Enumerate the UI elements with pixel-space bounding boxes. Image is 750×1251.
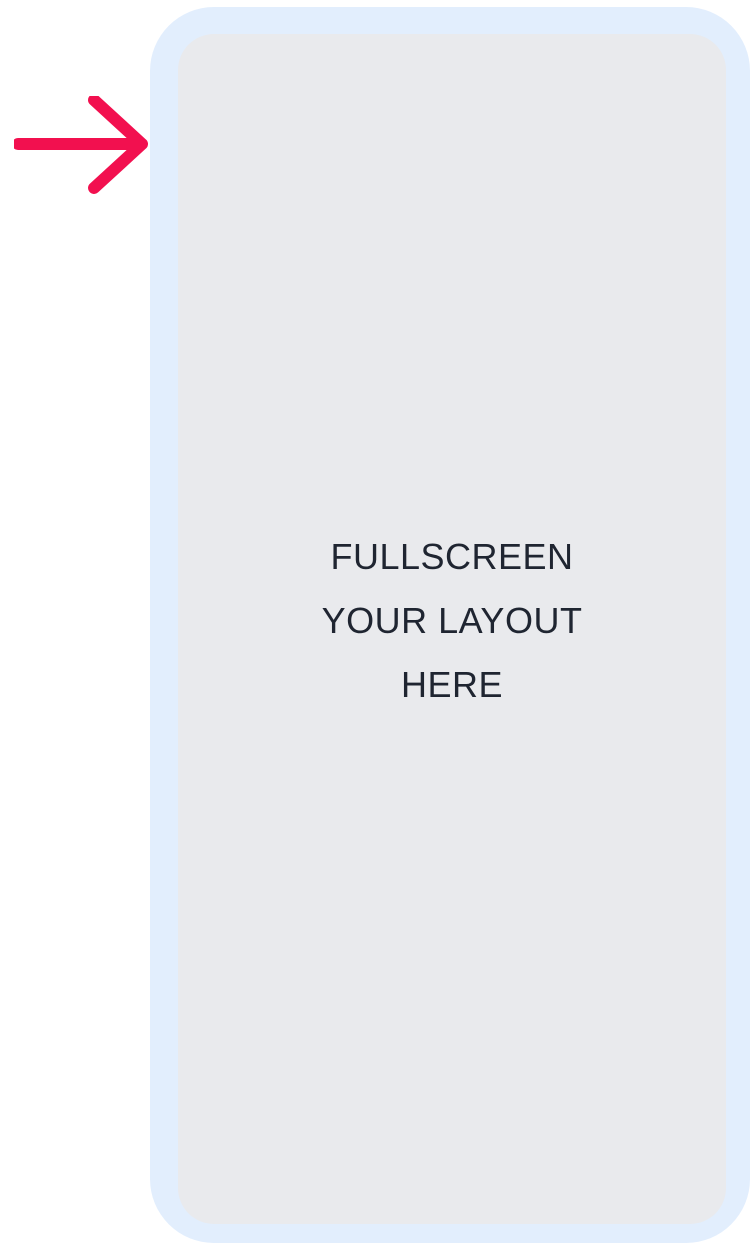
phone-frame: FULLSCREEN YOUR LAYOUT HERE [150,7,750,1243]
layout-label-line-2: HERE [400,664,504,705]
placeholder-text: FULLSCREEN YOUR LAYOUT HERE [322,525,583,717]
arrow-right-icon [14,96,148,194]
canvas: FULLSCREEN YOUR LAYOUT HERE [0,0,750,1251]
phone-screen: FULLSCREEN YOUR LAYOUT HERE [178,34,726,1224]
fullscreen-label: FULLSCREEN [330,536,574,577]
layout-label-line-1: YOUR LAYOUT [321,600,583,641]
